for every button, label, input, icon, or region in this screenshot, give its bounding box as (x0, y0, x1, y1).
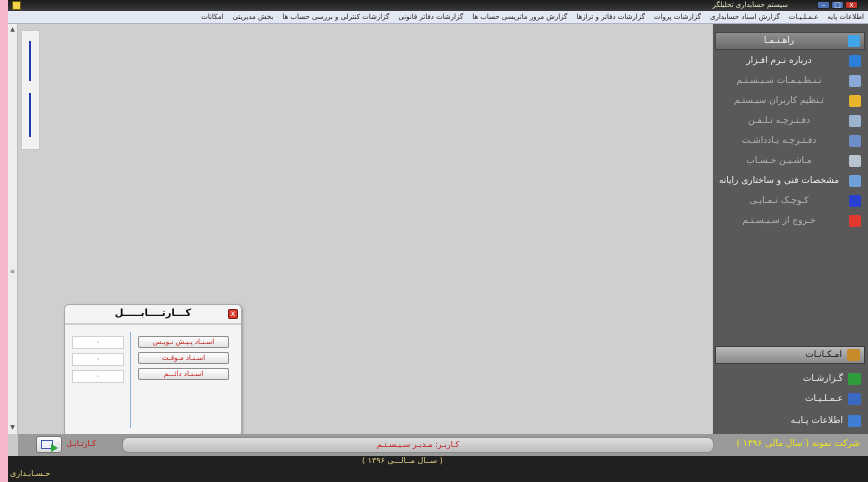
menu-operations[interactable]: عـمـلـیـات (789, 13, 819, 21)
reports-icon (848, 373, 861, 385)
draft-documents-button[interactable]: اسـنـاد پـیـش نـویـس (138, 336, 229, 348)
kartabl-title: کـــارتــــابـــــل (114, 308, 192, 319)
sidebar-item-label: کـوچـک نـمـایـی (749, 196, 809, 206)
sidebar-item-label: مشخصات فنی و ساختاری رایانه (718, 176, 840, 186)
menu-management[interactable]: بخش مدیریتی (233, 13, 274, 21)
menu-accounting-docs-report[interactable]: گزارش اسناد حسابداری (710, 13, 780, 21)
sidebar-item-label: تـنظیم کاربران سیـستـم (734, 96, 824, 106)
menu-facilities[interactable]: امکانات (201, 13, 223, 21)
nav-label: امـکـانـات (805, 350, 842, 360)
nav-label: اطلاعات پـایـه (790, 416, 843, 426)
tools-icon (849, 75, 861, 87)
users-icon (849, 95, 861, 107)
status-bar: کـارتـابـل کـاربـر: مـدیـر سـیـسـتـم شرک… (18, 434, 868, 456)
sidebar-item-phonebook[interactable]: دفـتـرچـه تـلـفـن (715, 112, 865, 130)
nav-base-info[interactable]: اطلاعات پـایـه (715, 412, 865, 430)
menu-control-reports[interactable]: گزارشات کنترلی و بررسی حساب ها (282, 13, 389, 21)
nav-label: عـمـلـیـات (804, 394, 843, 404)
nav-operations[interactable]: عـمـلـیـات (715, 390, 865, 408)
exit-icon (849, 215, 861, 227)
vertical-scrollbar[interactable]: ▲ ≡ ▼ (8, 24, 18, 434)
title-bar[interactable]: سیستم حسابداری تحلیلگر – □ x (8, 0, 868, 11)
sidebar-item-label: درباره نـرم افـزار (746, 56, 812, 66)
close-icon[interactable]: x (228, 309, 238, 319)
sidebar-item-calculator[interactable]: مـاشـیـن حـسـاب (715, 152, 865, 170)
company-name: شرکت نمونه ( سال مالی ۱۳۹۶ ) (736, 439, 860, 449)
menu-bar: اطلاعات پایه عـمـلـیـات گزارش اسناد حساب… (8, 11, 868, 24)
scroll-up-icon[interactable]: ▲ (9, 26, 16, 34)
kartabl-divider (130, 332, 131, 428)
maximize-button[interactable]: □ (831, 1, 844, 9)
nav-facilities[interactable]: امـکـانـات (715, 346, 865, 364)
minimize-button[interactable]: – (817, 1, 830, 9)
user-status: کـاربـر: مـدیـر سـیـسـتـم (122, 437, 714, 453)
kartabl-icon[interactable] (36, 436, 62, 453)
sidebar-item-computer-info[interactable]: مشخصات فنی و ساختاری رایانه (715, 172, 865, 190)
menu-legal-books[interactable]: گزارشات دفاتر قانونی (398, 13, 463, 21)
ruler-bar-top (29, 41, 31, 81)
kartabl-panel: کـــارتــــابـــــل x اسـنـاد پـیـش نـوی… (64, 304, 242, 437)
window-title: سیستم حسابداری تحلیلگر (712, 1, 788, 9)
help-icon (848, 35, 860, 47)
sidebar-item-system-settings[interactable]: تـنـظـیـمـات سـیـسـتـم (715, 72, 865, 90)
sidebar-item-about[interactable]: درباره نـرم افـزار (715, 52, 865, 70)
sidebar-item-notebook[interactable]: دفـتـرچـه یـادداشـت (715, 132, 865, 150)
kartabl-button[interactable]: کـارتـابـل (66, 439, 96, 448)
computer-icon (849, 175, 861, 187)
arrow-icon (51, 444, 58, 452)
fiscal-year: ( ســال مــالـــی ۱۳۹۶ ) (362, 456, 443, 465)
app-name: حـسـابـداری (10, 469, 51, 478)
menu-ledger-reports[interactable]: گزارشات دفاتر و ترازها (576, 13, 645, 21)
sidebar-item-help[interactable]: راهـنـمـا (715, 32, 865, 50)
permanent-documents-button[interactable]: اسـنـاد دائـــم (138, 368, 229, 380)
scroll-down-icon[interactable]: ▼ (9, 424, 16, 432)
permanent-documents-count: ۰ (72, 370, 124, 383)
temporary-documents-button[interactable]: اسـنـاد مـوقـت (138, 352, 229, 364)
sidebar-item-label: راهـنـمـا (763, 36, 795, 46)
sidebar-item-minimize[interactable]: کـوچـک نـمـایـی (715, 192, 865, 210)
sidebar-item-label: تـنـظـیـمـات سـیـسـتـم (736, 76, 822, 86)
base-info-icon (848, 415, 861, 427)
nav-label: گـزارشـات (802, 374, 843, 384)
nav-reports[interactable]: گـزارشـات (715, 370, 865, 388)
menu-matrix-review[interactable]: گزارش مرور ماتریسی حساب ها (472, 13, 567, 21)
close-button[interactable]: x (845, 1, 858, 9)
sidebar-item-label: مـاشـیـن حـسـاب (746, 156, 812, 166)
sidebar-item-label: دفـتـرچـه یـادداشـت (741, 136, 817, 146)
app-window: سیستم حسابداری تحلیلگر – □ x اطلاعات پای… (8, 0, 868, 482)
draft-documents-count: ۰ (72, 336, 124, 349)
notebook-icon (849, 135, 861, 147)
app-icon[interactable] (12, 1, 21, 10)
menu-parvat-reports[interactable]: گزارشات پروات (654, 13, 701, 21)
current-user: کـاربـر: مـدیـر سـیـسـتـم (376, 440, 460, 449)
ruler-bar-bottom (29, 93, 31, 137)
calculator-icon (849, 155, 861, 167)
sidebar-item-label: خـروج از سـیـسـتـم (742, 216, 816, 226)
sidebar-item-user-settings[interactable]: تـنظیم کاربران سیـستـم (715, 92, 865, 110)
sidebar-item-label: دفـتـرچـه تـلـفـن (748, 116, 810, 126)
footer-bar: ( ســال مــالـــی ۱۳۹۶ ) حـسـابـداری (8, 456, 868, 482)
scroll-grip-icon[interactable]: ≡ (9, 268, 16, 276)
ruler-widget (21, 30, 40, 150)
temporary-documents-count: ۰ (72, 353, 124, 366)
info-icon (849, 55, 861, 67)
operations-icon (848, 393, 861, 405)
sidebar: راهـنـمـا درباره نـرم افـزار تـنـظـیـمـا… (713, 24, 868, 434)
kartabl-header: کـــارتــــابـــــل x (65, 305, 241, 325)
sidebar-item-exit[interactable]: خـروج از سـیـسـتـم (715, 212, 865, 230)
facilities-icon (847, 349, 860, 361)
menu-base-info[interactable]: اطلاعات پایه (827, 13, 864, 21)
minimize-icon (849, 195, 861, 207)
phonebook-icon (849, 115, 861, 127)
